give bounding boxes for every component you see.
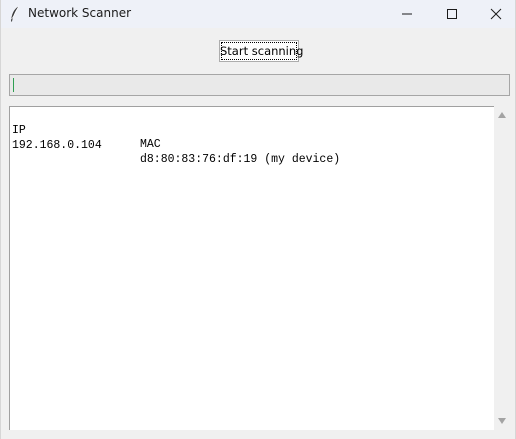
result-row: 192.168.0.104 d8:80:83:76:df:19 (my devi… (12, 125, 492, 166)
feather-icon (11, 6, 19, 22)
results-text-area[interactable]: IP MAC 192.168.0.104 d8:80:83:76:df:19 (… (9, 106, 494, 430)
row-mac: d8:80:83:76:df:19 (my device) (140, 153, 341, 166)
start-scanning-button[interactable]: Start scanning (219, 40, 303, 62)
header-row: IP MAC (12, 110, 492, 151)
vertical-scrollbar[interactable] (494, 106, 510, 430)
scroll-down-arrow-icon[interactable] (497, 416, 507, 426)
mac-column-header: MAC (140, 138, 161, 151)
close-icon (490, 8, 502, 20)
text-caret (13, 78, 14, 92)
minimize-icon (402, 13, 412, 15)
maximize-button[interactable] (429, 0, 475, 28)
window-title: Network Scanner (28, 6, 132, 20)
app-window: Network Scanner Start scanning IP MAC 19… (0, 0, 516, 439)
progress-entry[interactable] (9, 74, 510, 96)
title-bar[interactable]: Network Scanner (1, 0, 515, 28)
maximize-icon (447, 9, 457, 19)
row-ip: 192.168.0.104 (12, 139, 102, 152)
close-button[interactable] (473, 0, 516, 28)
scroll-up-arrow-icon[interactable] (497, 110, 507, 120)
minimize-button[interactable] (384, 0, 430, 28)
